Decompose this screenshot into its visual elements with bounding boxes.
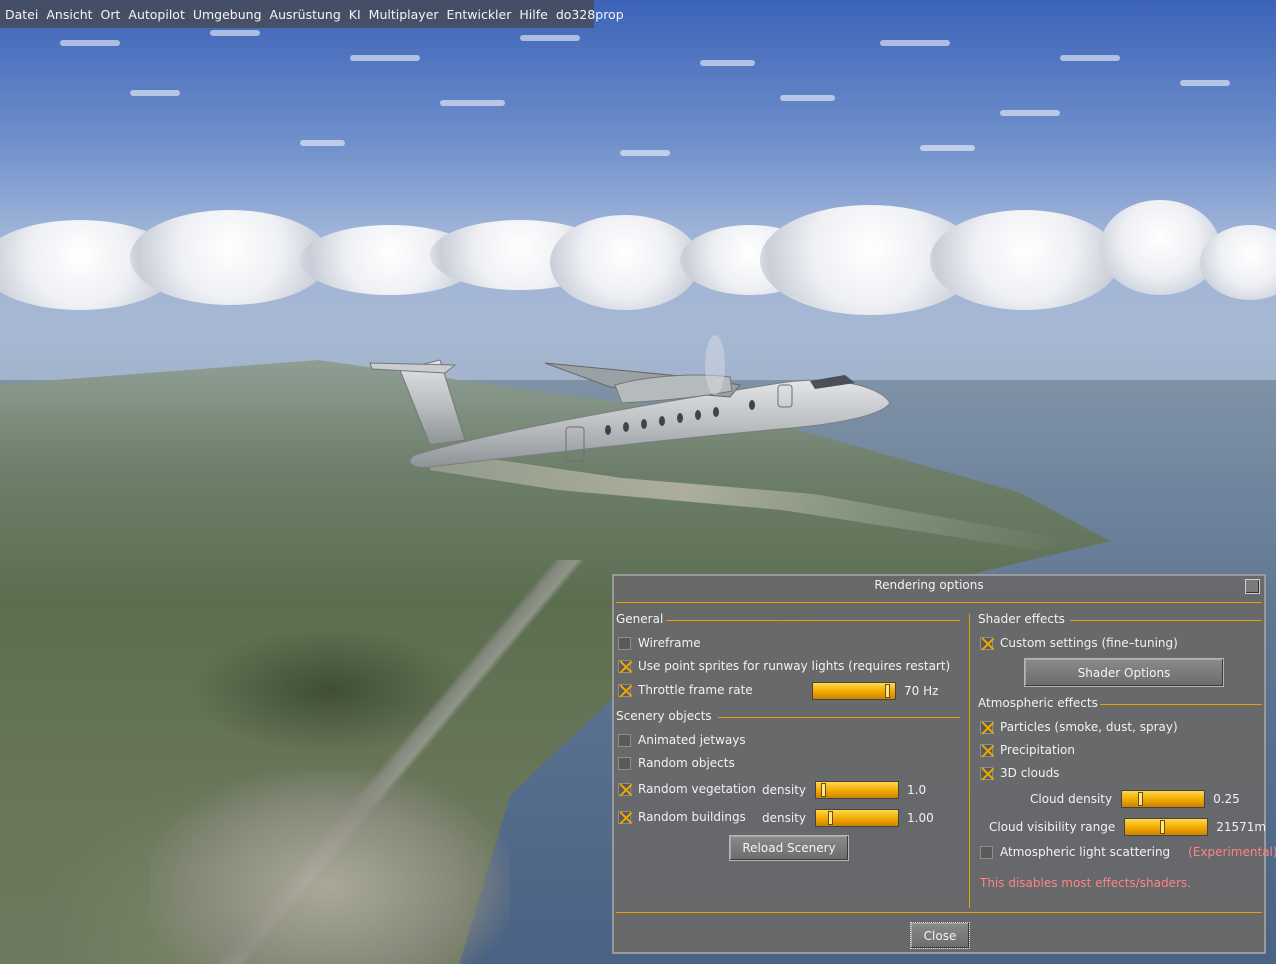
jetways-label: Animated jetways [638, 733, 746, 747]
experimental-note: (Experimental) [1188, 845, 1276, 859]
point-sprites-label: Use point sprites for runway lights (req… [638, 659, 951, 673]
vegetation-row: Random vegetation [618, 782, 756, 796]
menu-ansicht[interactable]: Ansicht [43, 7, 95, 22]
buildings-row: Random buildings [618, 810, 746, 824]
scattering-label: Atmospheric light scattering [1000, 845, 1171, 859]
jetways-row: Animated jetways [618, 733, 746, 747]
random-objects-label: Random objects [638, 756, 735, 770]
menu-entwickler[interactable]: Entwickler [444, 7, 515, 22]
scattering-warning: This disables most effects/shaders. [980, 876, 1191, 890]
section-atmospheric: Atmospheric effects [978, 696, 1098, 710]
buildings-checkbox[interactable] [618, 810, 631, 824]
slider-knob[interactable] [885, 684, 891, 698]
random-objects-checkbox[interactable] [618, 756, 631, 770]
cumulus-cloud-bank [0, 200, 1276, 315]
column-divider [969, 614, 970, 908]
precipitation-label: Precipitation [1000, 743, 1076, 757]
menu-ki[interactable]: KI [346, 7, 364, 22]
clouds3d-row: 3D clouds [980, 766, 1059, 780]
cloud-visibility-slider[interactable] [1124, 818, 1209, 836]
scenery-divider [718, 717, 960, 718]
wireframe-checkbox[interactable] [618, 636, 631, 650]
section-shader: Shader effects [978, 612, 1065, 626]
scattering-row: Atmospheric light scattering (Experiment… [980, 845, 1276, 859]
menu-datei[interactable]: Datei [2, 7, 41, 22]
buildings-density-row: density 1.00 [762, 809, 934, 827]
slider-knob[interactable] [1138, 792, 1144, 806]
cloud-visibility-label: Cloud visibility range [989, 820, 1116, 834]
buildings-density-value: 1.00 [907, 811, 934, 825]
throttle-slider-row: 70 Hz [812, 682, 938, 700]
throttle-checkbox[interactable] [618, 683, 631, 697]
menu-ort[interactable]: Ort [98, 7, 124, 22]
vegetation-density-slider[interactable] [815, 781, 899, 799]
cloud-density-slider[interactable] [1121, 790, 1206, 808]
cloud-visibility-value: 21571m [1216, 820, 1267, 834]
precipitation-checkbox[interactable] [980, 743, 993, 757]
aircraft [369, 335, 891, 468]
precipitation-row: Precipitation [980, 743, 1075, 757]
jetways-checkbox[interactable] [618, 733, 631, 747]
particles-label: Particles (smoke, dust, spray) [1000, 720, 1178, 734]
throttle-label: Throttle frame rate [638, 683, 753, 697]
rendering-options-dialog: Rendering options General Wireframe Use … [612, 574, 1276, 954]
slider-knob[interactable] [820, 783, 826, 797]
throttle-value: 70 Hz [904, 684, 939, 698]
city-area [150, 770, 510, 964]
vegetation-density-label: density [762, 783, 806, 797]
buildings-density-label: density [762, 811, 806, 825]
dialog-close-box[interactable] [1245, 579, 1260, 594]
slider-knob[interactable] [828, 811, 834, 825]
menu-ausruestung[interactable]: Ausrüstung [267, 7, 344, 22]
vegetation-density-value: 1.0 [907, 783, 927, 797]
cloud-density-row: Cloud density 0.25 [1030, 790, 1240, 808]
shader-divider [1070, 620, 1262, 621]
particles-row: Particles (smoke, dust, spray) [980, 720, 1178, 734]
menubar: Datei Ansicht Ort Autopilot Umgebung Aus… [0, 0, 624, 28]
buildings-label: Random buildings [638, 810, 746, 824]
vegetation-label: Random vegetation [638, 782, 757, 796]
throttle-row: Throttle frame rate [618, 683, 753, 697]
atmospheric-divider [1100, 704, 1262, 705]
dialog-title[interactable]: Rendering options [614, 578, 1244, 592]
section-scenery: Scenery objects [616, 709, 712, 723]
menu-autopilot[interactable]: Autopilot [125, 7, 187, 22]
vegetation-density-row: density 1.0 [762, 781, 926, 799]
section-general: General [616, 612, 664, 626]
vegetation-checkbox[interactable] [618, 782, 631, 796]
footer-divider [616, 912, 1262, 913]
custom-settings-row: Custom settings (fine–tuning) [980, 636, 1178, 650]
close-button[interactable]: Close [910, 922, 970, 949]
custom-settings-label: Custom settings (fine–tuning) [1000, 636, 1178, 650]
wireframe-label: Wireframe [638, 636, 701, 650]
clouds3d-label: 3D clouds [1000, 766, 1060, 780]
menu-multiplayer[interactable]: Multiplayer [366, 7, 442, 22]
scattering-checkbox[interactable] [980, 845, 993, 859]
point-sprites-checkbox[interactable] [618, 659, 631, 673]
general-divider [666, 620, 960, 621]
random-objects-row: Random objects [618, 756, 735, 770]
wireframe-row: Wireframe [618, 636, 701, 650]
cloud-density-label: Cloud density [1030, 792, 1113, 806]
title-divider [616, 602, 1262, 603]
cloud-visibility-row: Cloud visibility range 21571m [989, 818, 1266, 836]
particles-checkbox[interactable] [980, 720, 993, 734]
clouds3d-checkbox[interactable] [980, 766, 993, 780]
slider-knob[interactable] [1160, 820, 1165, 834]
custom-settings-checkbox[interactable] [980, 636, 993, 650]
point-sprites-row: Use point sprites for runway lights (req… [618, 659, 950, 673]
menu-umgebung[interactable]: Umgebung [190, 7, 265, 22]
buildings-density-slider[interactable] [815, 809, 899, 827]
reload-scenery-button[interactable]: Reload Scenery [729, 835, 849, 861]
shader-options-button[interactable]: Shader Options [1024, 658, 1224, 687]
throttle-slider[interactable] [812, 682, 896, 700]
menu-hilfe[interactable]: Hilfe [516, 7, 550, 22]
menu-aircraft[interactable]: do328prop [553, 7, 627, 22]
cloud-density-value: 0.25 [1213, 792, 1240, 806]
